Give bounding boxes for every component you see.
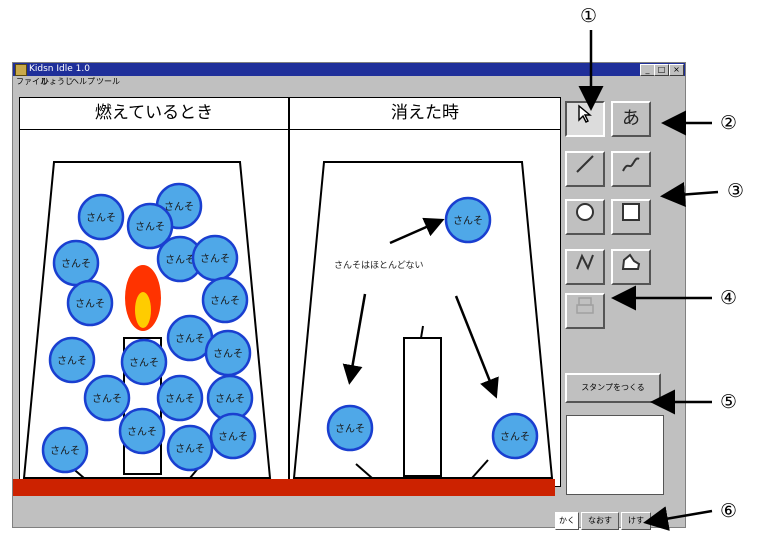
maximize-icon[interactable]: □ bbox=[654, 64, 669, 76]
menu-help[interactable]: ヘルプ bbox=[71, 76, 95, 87]
drawing-canvas[interactable]: 燃えているとき 消えた時 さんそはほとんどない さんそ さんそ さんそ さんそ … bbox=[19, 97, 561, 487]
oxygen-label: さんそ bbox=[453, 215, 483, 227]
app-window: Kidsn Idle 1.0 _ □ × ファイル ひょうじ ヘルプ ツール 燃… bbox=[12, 62, 686, 530]
polyline-icon bbox=[576, 253, 594, 271]
oxygen-label: さんそ bbox=[135, 221, 165, 233]
polyline-tool-button[interactable] bbox=[565, 249, 605, 285]
circle-icon bbox=[576, 203, 594, 221]
menu-bar: ファイル ひょうじ ヘルプ ツール bbox=[13, 76, 685, 87]
oxygen-label: さんそ bbox=[500, 431, 530, 443]
oxygen-label: さんそ bbox=[92, 393, 122, 405]
title-bar: Kidsn Idle 1.0 _ □ × bbox=[13, 63, 685, 76]
rectangle-icon bbox=[622, 203, 640, 221]
oxygen-label: さんそ bbox=[61, 258, 91, 270]
freehand-tool-button[interactable] bbox=[611, 151, 651, 187]
select-arrow-icon bbox=[578, 104, 592, 123]
oxygen-molecules: さんそさんそさんそさんそさんそ さんそさんそ さんそさんそ さんそさんそさんそさんそさ… bbox=[41, 182, 539, 474]
flame-inner bbox=[135, 292, 151, 328]
floor-bar bbox=[13, 479, 555, 496]
app-icon bbox=[15, 64, 27, 76]
text-tool-label: あ bbox=[622, 108, 640, 129]
arrow-down-right bbox=[454, 295, 499, 399]
right-candle bbox=[403, 337, 442, 477]
oxygen-label: さんそ bbox=[129, 357, 159, 369]
oxygen-label: さんそ bbox=[165, 393, 195, 405]
oxygen-label: さんそ bbox=[57, 355, 87, 367]
oxygen-label: さんそ bbox=[164, 201, 194, 213]
circle-tool-button[interactable] bbox=[565, 199, 605, 235]
callout-3: ③ bbox=[727, 180, 745, 202]
callout-2: ② bbox=[720, 112, 738, 134]
freehand-icon bbox=[622, 157, 640, 172]
make-stamp-button[interactable]: スタンプをつくる bbox=[565, 373, 661, 403]
oxygen-label: さんそ bbox=[213, 348, 243, 360]
oxygen-label: さんそ bbox=[210, 295, 240, 307]
window-title: Kidsn Idle 1.0 bbox=[29, 64, 90, 74]
oxygen-label: さんそ bbox=[50, 445, 80, 457]
oxygen-label: さんそ bbox=[218, 431, 248, 443]
oxygen-label: さんそ bbox=[165, 254, 195, 266]
right-note-text: さんそはほとんどない bbox=[334, 260, 424, 271]
tab-draw[interactable]: かく bbox=[555, 512, 579, 530]
text-tool-button[interactable]: あ bbox=[611, 101, 651, 137]
oxygen-label: さんそ bbox=[75, 298, 105, 310]
line-icon bbox=[576, 155, 594, 173]
menu-tools[interactable]: ツール bbox=[96, 76, 120, 87]
minimize-icon[interactable]: _ bbox=[640, 64, 655, 76]
oxygen-label: さんそ bbox=[335, 423, 365, 435]
callout-5: ⑤ bbox=[720, 391, 738, 413]
oxygen-label: さんそ bbox=[215, 393, 245, 405]
right-candle-wick bbox=[420, 325, 424, 339]
canvas-drawing: さんそはほとんどない さんそさんそさんそさんそさんそ さんそさんそ さんそさんそ さん… bbox=[22, 161, 554, 479]
arrow-down-left bbox=[342, 293, 367, 385]
tab-fix[interactable]: なおす bbox=[581, 512, 619, 530]
tab-erase[interactable]: けす bbox=[621, 512, 651, 530]
callout-1: ① bbox=[580, 5, 598, 27]
select-tool-button[interactable] bbox=[565, 101, 605, 137]
print-icon bbox=[576, 297, 594, 314]
callout-6: ⑥ bbox=[720, 500, 738, 522]
close-icon[interactable]: × bbox=[669, 64, 684, 76]
polygon-icon bbox=[621, 253, 641, 270]
rectangle-tool-button[interactable] bbox=[611, 199, 651, 235]
arrow-up-right bbox=[389, 217, 445, 245]
oxygen-label: さんそ bbox=[175, 443, 205, 455]
oxygen-label: さんそ bbox=[175, 333, 205, 345]
callout-4: ④ bbox=[720, 287, 738, 309]
oxygen-label: さんそ bbox=[127, 426, 157, 438]
polygon-tool-button[interactable] bbox=[611, 249, 651, 285]
menu-view[interactable]: ひょうじ bbox=[41, 76, 73, 87]
stamp-preview bbox=[566, 415, 664, 495]
oxygen-label: さんそ bbox=[200, 253, 230, 265]
oxygen-label: さんそ bbox=[86, 212, 116, 224]
line-tool-button[interactable] bbox=[565, 151, 605, 187]
print-tool-button[interactable] bbox=[565, 293, 605, 329]
